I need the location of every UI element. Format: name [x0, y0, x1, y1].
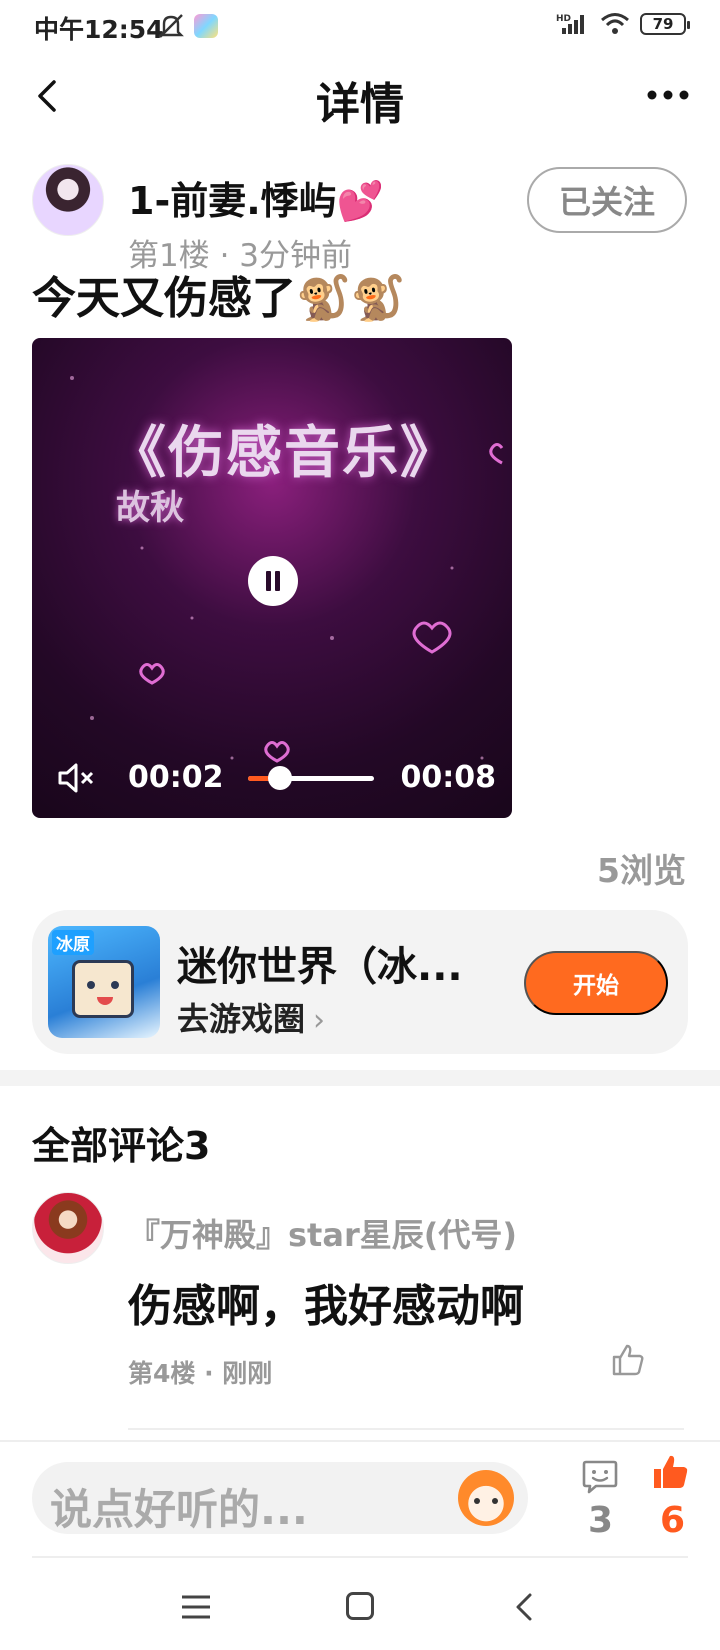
- page-title: 详情: [316, 79, 404, 130]
- comment-like-icon[interactable]: [610, 1342, 646, 1378]
- comments-title: 全部评论3: [32, 1124, 211, 1168]
- more-options-icon[interactable]: [644, 80, 692, 110]
- video-player[interactable]: 《伤感音乐》 故秋 00:02 00:08: [32, 338, 512, 818]
- video-controls: 00:02 00:08: [32, 738, 512, 818]
- menu-icon[interactable]: [182, 1594, 210, 1620]
- like-icon[interactable]: [650, 1452, 690, 1492]
- wifi-icon: [601, 13, 629, 34]
- comment-text: 伤感啊，我好感动啊: [128, 1281, 524, 1332]
- comment-input[interactable]: 说点好听的...: [32, 1462, 528, 1534]
- battery-indicator: 79: [640, 13, 690, 35]
- view-count: 5浏览: [597, 851, 686, 890]
- emoji-icon[interactable]: [458, 1470, 514, 1526]
- current-time: 00:02: [128, 760, 224, 795]
- game-character: [72, 960, 134, 1018]
- top-nav: 详情: [0, 56, 720, 138]
- total-time: 00:08: [400, 760, 497, 795]
- pause-icon: [266, 571, 271, 591]
- comment-icon[interactable]: [580, 1456, 620, 1496]
- system-nav-bar: [0, 1570, 720, 1650]
- pause-button[interactable]: [248, 556, 298, 606]
- mute-bell-icon: [158, 14, 184, 38]
- like-count: 6: [660, 1500, 686, 1541]
- input-placeholder: 说点好听的...: [50, 1485, 308, 1534]
- comment-meta: 第4楼 · 刚刚: [128, 1359, 273, 1388]
- status-time: 中午12:54: [34, 15, 164, 44]
- signal-icon: HD: [556, 14, 584, 34]
- home-icon[interactable]: [346, 1592, 374, 1620]
- follow-button[interactable]: 已关注: [527, 167, 687, 233]
- hd-label: HD: [556, 14, 571, 24]
- game-app-icon: [194, 14, 218, 38]
- section-divider: [0, 1070, 720, 1086]
- comment-avatar[interactable]: [32, 1192, 104, 1264]
- comment-count: 3: [588, 1500, 614, 1541]
- game-name[interactable]: 迷你世界（冰...: [177, 934, 463, 992]
- game-card[interactable]: 冰原 迷你世界（冰... 去游戏圈 › 开始: [32, 910, 688, 1054]
- game-circle-link[interactable]: 去游戏圈 ›: [177, 994, 325, 1040]
- system-back-icon[interactable]: [512, 1592, 536, 1622]
- progress-knob[interactable]: [267, 766, 292, 790]
- status-bar: 中午12:54 HD 79: [0, 0, 720, 52]
- video-subtitle: 故秋: [116, 488, 184, 528]
- progress-slider[interactable]: [248, 766, 374, 790]
- comment-username[interactable]: 『万神殿』star星辰(代号): [128, 1210, 517, 1256]
- bottom-divider: [32, 1556, 688, 1558]
- start-game-button[interactable]: 开始: [524, 951, 668, 1015]
- post-text: 今天又伤感了🐒🐒: [32, 273, 406, 324]
- muted-speaker-icon[interactable]: [56, 760, 96, 796]
- input-bar-divider: [0, 1440, 720, 1442]
- author-avatar[interactable]: [32, 164, 104, 236]
- status-indicators: HD 79: [556, 12, 690, 36]
- comment-separator: [128, 1428, 684, 1430]
- chevron-right-icon: ›: [313, 1003, 326, 1038]
- game-icon-tag: 冰原: [52, 930, 94, 955]
- game-circle-label: 去游戏圈: [177, 1000, 306, 1038]
- game-icon[interactable]: 冰原: [48, 926, 160, 1038]
- author-name[interactable]: 1-前妻.悸屿💕: [128, 170, 384, 225]
- video-title: 《伤感音乐》: [110, 420, 458, 486]
